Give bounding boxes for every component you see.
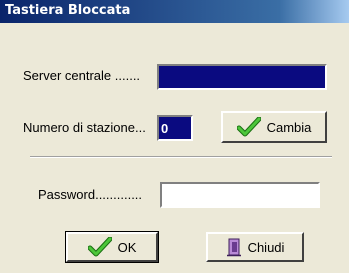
station-label: Numero di stazione... [23,120,146,135]
password-label: Password............. [38,187,143,202]
station-number-field[interactable] [157,115,193,141]
window-title: Tastiera Bloccata [5,3,131,18]
cambia-button[interactable]: Cambia [221,111,327,143]
title-bar[interactable]: Tastiera Bloccata [0,0,349,23]
ok-label: OK [117,239,137,255]
tastiera-bloccata-dialog: Tastiera Bloccata Server centrale ......… [0,0,349,273]
chiudi-label: Chiudi [247,239,285,255]
checkmark-icon [87,236,113,257]
divider [30,156,332,158]
cambia-label: Cambia [266,119,312,135]
server-field[interactable] [157,64,327,90]
door-exit-icon [226,237,242,257]
server-label: Server centrale ....... [23,68,141,83]
ok-button[interactable]: OK [65,231,159,263]
chiudi-button[interactable]: Chiudi [206,232,304,262]
password-field[interactable] [160,182,320,208]
checkmark-icon [236,116,262,137]
